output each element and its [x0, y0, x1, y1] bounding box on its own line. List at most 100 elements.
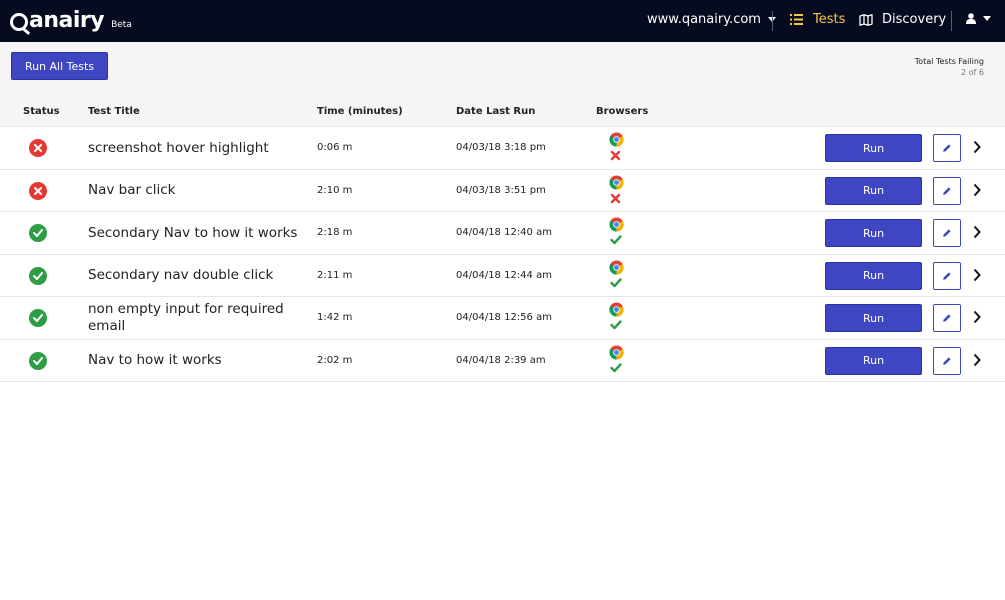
- check-circle-icon: [29, 224, 47, 243]
- run-test-button[interactable]: Run: [825, 134, 922, 162]
- column-header-title: Test Title: [88, 106, 140, 117]
- list-icon: [790, 14, 803, 25]
- run-test-button[interactable]: Run: [825, 219, 922, 248]
- table-row[interactable]: Secondary Nav to how it works 2:18 m 04/…: [0, 211, 1005, 254]
- chrome-icon: [609, 132, 624, 147]
- pencil-icon: [943, 144, 951, 152]
- browser-status: [608, 217, 626, 249]
- table-row[interactable]: Nav to how it works 2:02 m 04/04/18 2:39…: [0, 338, 1005, 382]
- table-row[interactable]: non empty input for required email 1:42 …: [0, 296, 1005, 339]
- chrome-icon: [609, 302, 624, 317]
- check-circle-icon: [29, 266, 47, 285]
- test-title[interactable]: non empty input for required email: [88, 297, 303, 339]
- map-icon: [859, 13, 873, 26]
- nav-tests-label: Tests: [813, 12, 846, 27]
- top-navbar: anairy Beta www.qanairy.com Tests Discov…: [0, 0, 1005, 42]
- pencil-icon: [943, 272, 951, 280]
- test-duration: 2:18 m: [317, 227, 353, 239]
- domain-selector[interactable]: www.qanairy.com: [647, 12, 776, 27]
- check-icon: [610, 320, 622, 330]
- test-title[interactable]: Secondary nav double click: [88, 255, 303, 297]
- check-circle-icon: [29, 309, 47, 328]
- edit-test-button[interactable]: [933, 219, 961, 248]
- chrome-icon: [609, 260, 624, 275]
- run-test-button[interactable]: Run: [825, 261, 922, 290]
- edit-test-button[interactable]: [933, 261, 961, 290]
- test-last-run: 04/04/18 12:44 am: [456, 269, 552, 281]
- chevron-right-icon[interactable]: [972, 268, 982, 282]
- test-last-run: 04/04/18 12:56 am: [456, 312, 552, 324]
- run-test-button[interactable]: Run: [825, 304, 922, 333]
- browser-status: [608, 302, 626, 334]
- nav-tests-link[interactable]: Tests: [790, 12, 845, 27]
- table-row[interactable]: Secondary nav double click 2:11 m 04/04/…: [0, 253, 1005, 297]
- x-icon: [610, 150, 621, 161]
- pencil-icon: [943, 186, 951, 195]
- chevron-right-icon[interactable]: [972, 310, 982, 324]
- chevron-right-icon[interactable]: [972, 353, 982, 367]
- x-circle-icon: [29, 181, 47, 200]
- test-last-run: 04/03/18 3:51 pm: [456, 184, 546, 196]
- logo-q-icon: [10, 13, 28, 31]
- x-circle-icon: [29, 139, 47, 157]
- failing-summary: Total Tests Failing 2 of 6: [915, 56, 984, 78]
- edit-test-button[interactable]: [933, 346, 961, 375]
- browser-status: [608, 175, 626, 207]
- test-last-run: 04/03/18 3:18 pm: [456, 142, 546, 153]
- test-title[interactable]: Nav to how it works: [88, 340, 303, 382]
- check-icon: [610, 363, 622, 373]
- nav-discovery-link[interactable]: Discovery: [859, 12, 946, 27]
- check-icon: [610, 278, 622, 287]
- test-duration: 0:06 m: [317, 142, 353, 153]
- test-duration: 2:02 m: [317, 354, 353, 366]
- nav-divider: [772, 11, 773, 31]
- brand-logo[interactable]: anairy Beta: [10, 7, 132, 35]
- x-icon: [610, 193, 621, 203]
- column-header-time: Time (minutes): [317, 106, 403, 117]
- edit-test-button[interactable]: [933, 304, 961, 333]
- chrome-icon: [609, 217, 624, 232]
- table-row[interactable]: screenshot hover highlight 0:06 m 04/03/…: [0, 126, 1005, 169]
- edit-test-button[interactable]: [933, 176, 961, 205]
- chevron-down-icon: [983, 16, 991, 21]
- browser-status: [608, 345, 626, 377]
- brand-name: anairy: [29, 8, 105, 33]
- column-header-date: Date Last Run: [456, 106, 536, 117]
- test-duration: 1:42 m: [317, 312, 353, 324]
- nav-divider: [951, 11, 952, 31]
- edit-test-button[interactable]: [933, 134, 961, 162]
- browser-status: [608, 260, 626, 292]
- chevron-right-icon[interactable]: [972, 183, 982, 197]
- test-title[interactable]: screenshot hover highlight: [88, 127, 303, 169]
- table-header: Status Test Title Time (minutes) Date La…: [0, 104, 1005, 126]
- logo-wordmark: anairy: [10, 7, 105, 35]
- test-last-run: 04/04/18 12:40 am: [456, 227, 552, 239]
- chrome-icon: [609, 345, 624, 360]
- run-all-tests-button[interactable]: Run All Tests: [11, 52, 108, 80]
- table-row[interactable]: Nav bar click 2:10 m 04/03/18 3:51 pm Ru…: [0, 168, 1005, 212]
- column-header-browsers: Browsers: [596, 106, 649, 117]
- chrome-icon: [609, 175, 624, 190]
- toolbar: Run All Tests Total Tests Failing 2 of 6…: [0, 42, 1005, 126]
- column-header-status: Status: [23, 106, 60, 117]
- user-menu[interactable]: [966, 13, 991, 24]
- test-title[interactable]: Secondary Nav to how it works: [88, 212, 303, 254]
- failing-count: 2 of 6: [961, 68, 984, 77]
- chevron-right-icon[interactable]: [972, 140, 982, 154]
- nav-discovery-label: Discovery: [882, 12, 947, 27]
- beta-badge: Beta: [111, 20, 132, 30]
- domain-label: www.qanairy.com: [647, 12, 761, 27]
- pencil-icon: [943, 357, 951, 365]
- browser-status: [608, 132, 626, 164]
- test-last-run: 04/04/18 2:39 am: [456, 354, 546, 366]
- test-duration: 2:11 m: [317, 269, 353, 281]
- run-test-button[interactable]: Run: [825, 346, 922, 375]
- user-icon: [966, 13, 976, 24]
- test-title[interactable]: Nav bar click: [88, 170, 303, 212]
- test-duration: 2:10 m: [317, 184, 353, 196]
- check-circle-icon: [29, 351, 47, 370]
- tests-table-body: screenshot hover highlight 0:06 m 04/03/…: [0, 126, 1005, 382]
- check-icon: [610, 235, 622, 245]
- run-test-button[interactable]: Run: [825, 176, 922, 205]
- chevron-right-icon[interactable]: [972, 225, 982, 239]
